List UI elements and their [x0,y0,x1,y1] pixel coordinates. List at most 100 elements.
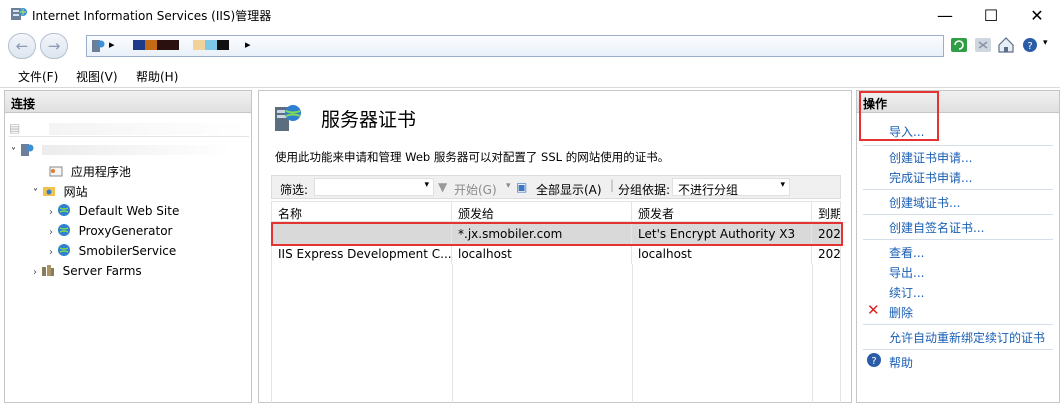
tree-node-server[interactable]: ˅ [11,143,232,158]
redacted-block [49,123,249,135]
forward-button[interactable]: → [40,33,68,59]
tree-node-server-farms[interactable]: › Server Farms [33,263,142,278]
help-icon: ? [867,353,881,367]
tree-node-site[interactable]: › ProxyGenerator [49,223,172,238]
column-divider [812,264,813,403]
tree-node-sites[interactable]: ˅ 网站 [33,183,88,200]
svg-text:?: ? [1027,41,1032,52]
menu-file[interactable]: 文件(F) [18,68,58,85]
redacted-block [41,145,232,155]
tree-label: ProxyGenerator [78,224,173,238]
action-export[interactable]: 导出... [889,264,924,281]
action-delete[interactable]: 删除 [889,304,913,321]
chevron-down-icon[interactable]: ▾ [780,180,785,190]
tree-node-app-pools[interactable]: 应用程序池 [49,163,131,180]
action-create-self-signed[interactable]: 创建自签名证书... [889,219,984,236]
help-dropdown-icon[interactable]: ? [1022,36,1040,54]
chevron-right-icon[interactable]: › [49,207,53,218]
tree-node-site[interactable]: › Default Web Site [49,203,179,218]
action-auto-rebind[interactable]: 允许自动重新绑定续订的证书 [889,329,1045,346]
server-certificates-icon [275,105,301,131]
breadcrumb-separator: ▸ [109,38,115,51]
folder-icon [42,187,55,196]
content-panel: 服务器证书 使用此功能来申请和管理 Web 服务器可以对配置了 SSL 的网站使… [258,90,852,403]
filter-input[interactable]: ▾ [314,178,434,196]
address-bar: ← → ▸ ▸ ? ▾ [0,30,1060,62]
separator [863,214,1053,215]
group-by-value: 不进行分组 [678,183,739,197]
chevron-right-icon[interactable]: › [33,267,37,278]
redacted-block [133,40,145,50]
show-all-icon: ▣ [516,180,528,194]
redacted-block [145,40,157,50]
maximize-button[interactable]: ☐ [968,0,1014,30]
close-button[interactable]: ✕ [1014,0,1060,30]
group-by-label: 分组依据: [618,183,671,197]
window-title: Internet Information Services (IIS)管理器 [32,9,272,23]
table-header: 名称 ^ 颁发给 颁发者 到期 [272,201,840,222]
column-header-issued-to[interactable]: 颁发给 [452,202,632,222]
action-view[interactable]: 查看... [889,244,924,261]
tree-label: 应用程序池 [70,165,131,179]
group-by-select[interactable]: 不进行分组 ▾ [672,178,790,197]
address-box[interactable]: ▸ ▸ [86,35,944,57]
menu-view[interactable]: 视图(V) [76,68,118,85]
title-bar: Internet Information Services (IIS)管理器 —… [0,0,1060,30]
start-button[interactable]: 开始(G) [454,181,497,198]
connections-header: 连接 [5,91,251,113]
show-all-button[interactable]: 全部显示(A) [536,181,602,198]
column-divider [452,264,453,403]
cell-issuer: localhost [632,244,812,264]
tree-label: Server Farms [62,264,142,278]
action-complete-request[interactable]: 完成证书申请... [889,169,972,186]
separator [863,324,1053,325]
home-icon[interactable] [997,36,1015,54]
refresh-icon[interactable] [950,36,968,54]
tree-node-site[interactable]: › SmobilerService [49,243,176,258]
chevron-right-icon[interactable]: › [49,247,53,258]
connections-panel: 连接 ▤ ˅ 应用程序池 ˅ 网站 › Default Web Site › P… [4,90,252,403]
column-divider [632,264,633,403]
redacted-block [193,40,205,50]
chevron-right-icon[interactable]: › [49,227,53,238]
action-create-request[interactable]: 创建证书申请... [889,149,972,166]
minimize-button[interactable]: — [922,0,968,30]
column-header-issuer[interactable]: 颁发者 [632,202,812,222]
chevron-down-icon[interactable]: ˅ [33,188,38,199]
filter-label: 筛选: [280,183,309,197]
filter-toolbar: 筛选: ▾ ▼ 开始(G) ▾ ▣ 全部显示(A) | 分组依据: 不进行分组 … [271,175,841,199]
chevron-down-icon[interactable]: ▾ [506,181,511,191]
globe-icon [57,224,70,236]
chevron-down-icon[interactable]: ▾ [424,180,429,190]
page-description: 使用此功能来申请和管理 Web 服务器可以对配置了 SSL 的网站使用的证书。 [275,150,670,164]
server-icon [92,40,105,52]
filter-funnel-icon: ▼ [438,180,448,194]
delete-icon: ✕ [867,301,880,319]
menu-help[interactable]: 帮助(H) [136,68,178,85]
action-create-domain-cert[interactable]: 创建域证书... [889,194,960,211]
stop-icon[interactable] [974,36,992,54]
action-help[interactable]: 帮助 [889,354,913,371]
back-button[interactable]: ← [8,33,36,59]
page-title: 服务器证书 [321,109,417,131]
cell-expires: 202 [812,244,840,264]
tree-label: Default Web Site [78,204,180,218]
breadcrumb-separator: ▸ [245,38,251,51]
new-connection-icon[interactable]: ▤ [9,121,20,135]
column-header-expires[interactable]: 到期 [812,202,840,222]
menu-bar: 文件(F) 视图(V) 帮助(H) [0,62,1060,88]
globe-icon [57,244,70,256]
redacted-block [217,40,229,50]
separator [863,349,1053,350]
action-renew[interactable]: 续订... [889,284,924,301]
app-pool-icon [49,166,63,177]
table-row[interactable]: IIS Express Development C... localhost l… [272,244,840,264]
sort-indicator-icon: ^ [358,201,368,209]
highlight-box-selected-row [271,222,843,246]
cell-issued-to: localhost [452,244,632,264]
tree-label: SmobilerService [78,244,177,258]
chevron-down-icon[interactable]: ▾ [1043,38,1048,48]
separator [863,239,1053,240]
globe-icon [57,204,70,216]
chevron-down-icon[interactable]: ˅ [11,147,16,158]
